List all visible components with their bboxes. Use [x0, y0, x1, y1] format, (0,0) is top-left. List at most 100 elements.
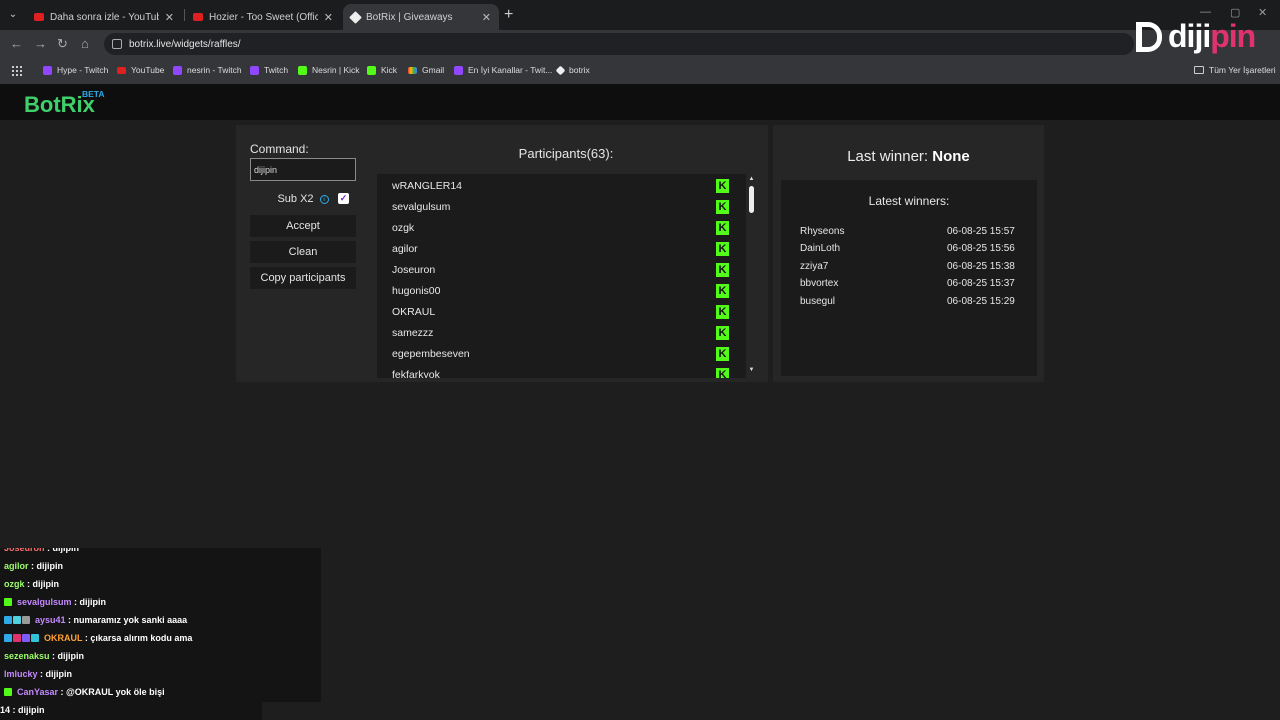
winner-name: Rhyseons [800, 226, 845, 237]
chat-message: dijipin [52, 548, 80, 553]
command-label: Command: [250, 142, 309, 156]
bookmark-label: nesrin - Twitch [187, 65, 242, 75]
url-text: botrix.live/widgets/raffles/ [129, 38, 241, 50]
chat-user: Joseuron [4, 548, 45, 553]
bookmark-botrix[interactable]: botrix [555, 65, 590, 75]
sub-x2-label: Sub X2 [277, 193, 314, 205]
bookmark-en-iyi-kanallar[interactable]: En İyi Kanallar - Twit... [454, 65, 552, 75]
browser-nav-bar: ← → ↻ ⌂ botrix.live/widgets/raffles/ [0, 30, 1280, 58]
tab-search-icon[interactable]: ⌄ [5, 7, 21, 23]
close-icon[interactable]: ✕ [324, 11, 333, 24]
copy-participants-button[interactable]: Copy participants [250, 267, 356, 289]
chat-line: agilor : dijipin [4, 561, 64, 571]
bookmark-youtube[interactable]: YouTube [117, 65, 164, 75]
chat-badge-icon [13, 634, 21, 642]
participant-name: Joseuron [392, 264, 436, 276]
tab-hozier[interactable]: Hozier - Too Sweet (Official Lyric ✕ [185, 4, 341, 30]
chat-message: dijipin [45, 669, 73, 679]
chat-message: dijipin [32, 579, 60, 589]
bookmark-kick[interactable]: Kick [367, 65, 397, 75]
winner-name: bbvortex [800, 278, 839, 289]
participant-name: wRANGLER14 [392, 180, 463, 192]
chat-user: ozgk [4, 579, 25, 589]
app-header: BotRix BETA [0, 84, 1280, 120]
browser-tab-bar: ⌄ Daha sonra izle - YouTube ✕ Hozier - T… [0, 0, 1280, 30]
chat-badge-icon [13, 616, 21, 624]
chat-message: dijipin [57, 651, 85, 661]
watermark-text-b: pin [1210, 18, 1256, 54]
scroll-up-icon[interactable]: ▲ [747, 176, 756, 182]
bookmark-label: En İyi Kanallar - Twit... [468, 65, 553, 75]
chat-line: 14 : dijipin [0, 705, 45, 715]
sub-x2-row: Sub X2 i ✓ [250, 189, 356, 209]
chat-user: sezenaksu [4, 651, 50, 661]
all-bookmarks[interactable]: Tüm Yer İşaretleri [1194, 65, 1276, 75]
command-input[interactable] [250, 158, 356, 181]
bookmark-label: Kick [381, 65, 398, 75]
chat-overlay: Joseuron : dijipin agilor : dijipin ozgk :… [0, 548, 321, 702]
winner-date: 06-08-25 15:38 [947, 261, 1015, 272]
sub-x2-checkbox[interactable]: ✓ [338, 193, 349, 204]
participants-list[interactable]: wRANGLER14 K sevalgulsum K ozgk K agilor… [377, 174, 746, 378]
chat-line: ozgk : dijipin [4, 579, 60, 589]
apps-icon[interactable] [12, 66, 22, 76]
reload-icon[interactable]: ↻ [57, 36, 68, 52]
kick-icon: K [716, 305, 729, 319]
chat-badges [4, 687, 13, 697]
participant-name: fekfarkyok [392, 369, 440, 378]
minimize-icon[interactable]: — [1200, 6, 1211, 18]
winner-name: zziya7 [800, 261, 829, 272]
accept-button[interactable]: Accept [250, 215, 356, 237]
new-tab-button[interactable]: + [504, 6, 513, 24]
botrix-icon [349, 10, 362, 24]
address-bar[interactable]: botrix.live/widgets/raffles/ [104, 33, 1134, 55]
chat-badges [4, 615, 31, 625]
bookmark-nesrin-twitch[interactable]: nesrin - Twitch [173, 65, 242, 75]
participant-name: egepembeseven [392, 348, 470, 360]
kick-icon [367, 65, 376, 75]
kick-icon: K [716, 263, 729, 277]
bookmark-label: YouTube [131, 65, 165, 75]
winner-date: 06-08-25 15:57 [947, 226, 1015, 237]
chat-line: CanYasar : @OKRAUL yok öle bişi [4, 687, 165, 697]
winner-name: DainLoth [800, 243, 841, 254]
twitch-icon [173, 65, 182, 75]
tab-botrix[interactable]: BotRix | Giveaways ✕ [343, 4, 499, 30]
kick-icon: K [716, 368, 729, 378]
chat-message: dijipin [79, 597, 107, 607]
participant-name: samezzz [392, 327, 434, 339]
chat-user: 14 [0, 705, 11, 715]
close-icon[interactable]: ✕ [165, 11, 174, 24]
close-icon[interactable]: ✕ [482, 11, 491, 24]
kick-icon [298, 65, 307, 75]
forward-icon[interactable]: → [34, 36, 47, 51]
bookmark-label: Gmail [422, 65, 445, 75]
chat-user: CanYasar [17, 687, 59, 697]
info-icon[interactable]: i [319, 194, 329, 204]
site-info-icon[interactable] [112, 39, 122, 49]
chat-line: OKRAUL : çıkarsa alırım kodu ama [4, 633, 192, 643]
bookmark-gmail[interactable]: Gmail [408, 65, 444, 75]
tab-youtube-watch-later[interactable]: Daha sonra izle - YouTube ✕ [26, 4, 182, 30]
clean-button[interactable]: Clean [250, 241, 356, 263]
bookmarks-bar: Hype - Twitch YouTube nesrin - Twitch Tw… [0, 58, 1280, 84]
participant-name: sevalgulsum [392, 201, 451, 213]
bookmark-nesrin-kick[interactable]: Nesrin | Kick [298, 65, 360, 75]
bookmark-label: Tüm Yer İşaretleri [1209, 65, 1276, 75]
window-close-icon[interactable]: ✕ [1258, 6, 1267, 19]
back-icon[interactable]: ← [10, 36, 23, 51]
participant-name: hugonis00 [392, 285, 441, 297]
home-icon[interactable]: ⌂ [81, 36, 89, 51]
tab-label: Hozier - Too Sweet (Official Lyric [209, 11, 318, 23]
bookmark-hype-twitch[interactable]: Hype - Twitch [43, 65, 108, 75]
bookmark-twitch[interactable]: Twitch [250, 65, 288, 75]
kick-icon: K [716, 200, 729, 214]
participant-name: ozgk [392, 222, 415, 234]
scrollbar-thumb[interactable] [749, 186, 754, 213]
chat-badge-icon [4, 598, 12, 606]
chat-line: Joseuron : dijipin [4, 548, 79, 553]
chat-user: lmlucky [4, 669, 38, 679]
youtube-icon [117, 66, 126, 74]
twitch-icon [250, 65, 259, 75]
scroll-down-icon[interactable]: ▼ [747, 367, 756, 373]
